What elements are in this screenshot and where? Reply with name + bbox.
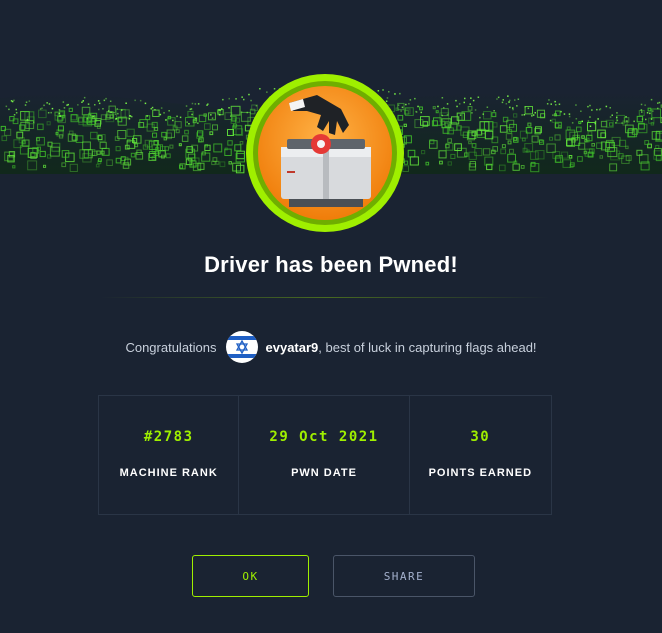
title-divider xyxy=(100,297,550,298)
ok-button[interactable]: OK xyxy=(192,555,309,597)
pwn-date-label: PWN DATE xyxy=(291,467,357,479)
page-title: Driver has been Pwned! xyxy=(204,252,458,277)
stats-panel: #2783 MACHINE RANK 29 Oct 2021 PWN DATE … xyxy=(98,395,552,515)
congratulations-message: Congratulations evyatar9 , best of luck … xyxy=(0,330,662,364)
congrats-prefix: Congratulations xyxy=(125,339,217,355)
stat-pwn-date: 29 Oct 2021 PWN DATE xyxy=(239,396,410,514)
machine-rank-label: MACHINE RANK xyxy=(119,467,218,479)
points-earned-label: POINTS EARNED xyxy=(428,467,533,479)
avatar xyxy=(225,331,258,363)
israel-flag-icon xyxy=(225,331,258,363)
congrats-suffix: , best of luck in capturing flags ahead! xyxy=(318,339,537,355)
share-button[interactable]: SHARE xyxy=(333,555,475,597)
points-earned-value: 30 xyxy=(470,429,491,445)
pwn-date-value: 29 Oct 2021 xyxy=(269,429,379,445)
stat-points-earned: 30 POINTS EARNED xyxy=(410,396,551,514)
username[interactable]: evyatar9 xyxy=(266,340,319,355)
machine-rank-value: #2783 xyxy=(143,429,194,445)
stat-machine-rank: #2783 MACHINE RANK xyxy=(99,396,240,514)
pwned-dialog: Driver has been Pwned! Congratulations e… xyxy=(0,0,662,633)
machine-badge-icon xyxy=(245,73,405,233)
